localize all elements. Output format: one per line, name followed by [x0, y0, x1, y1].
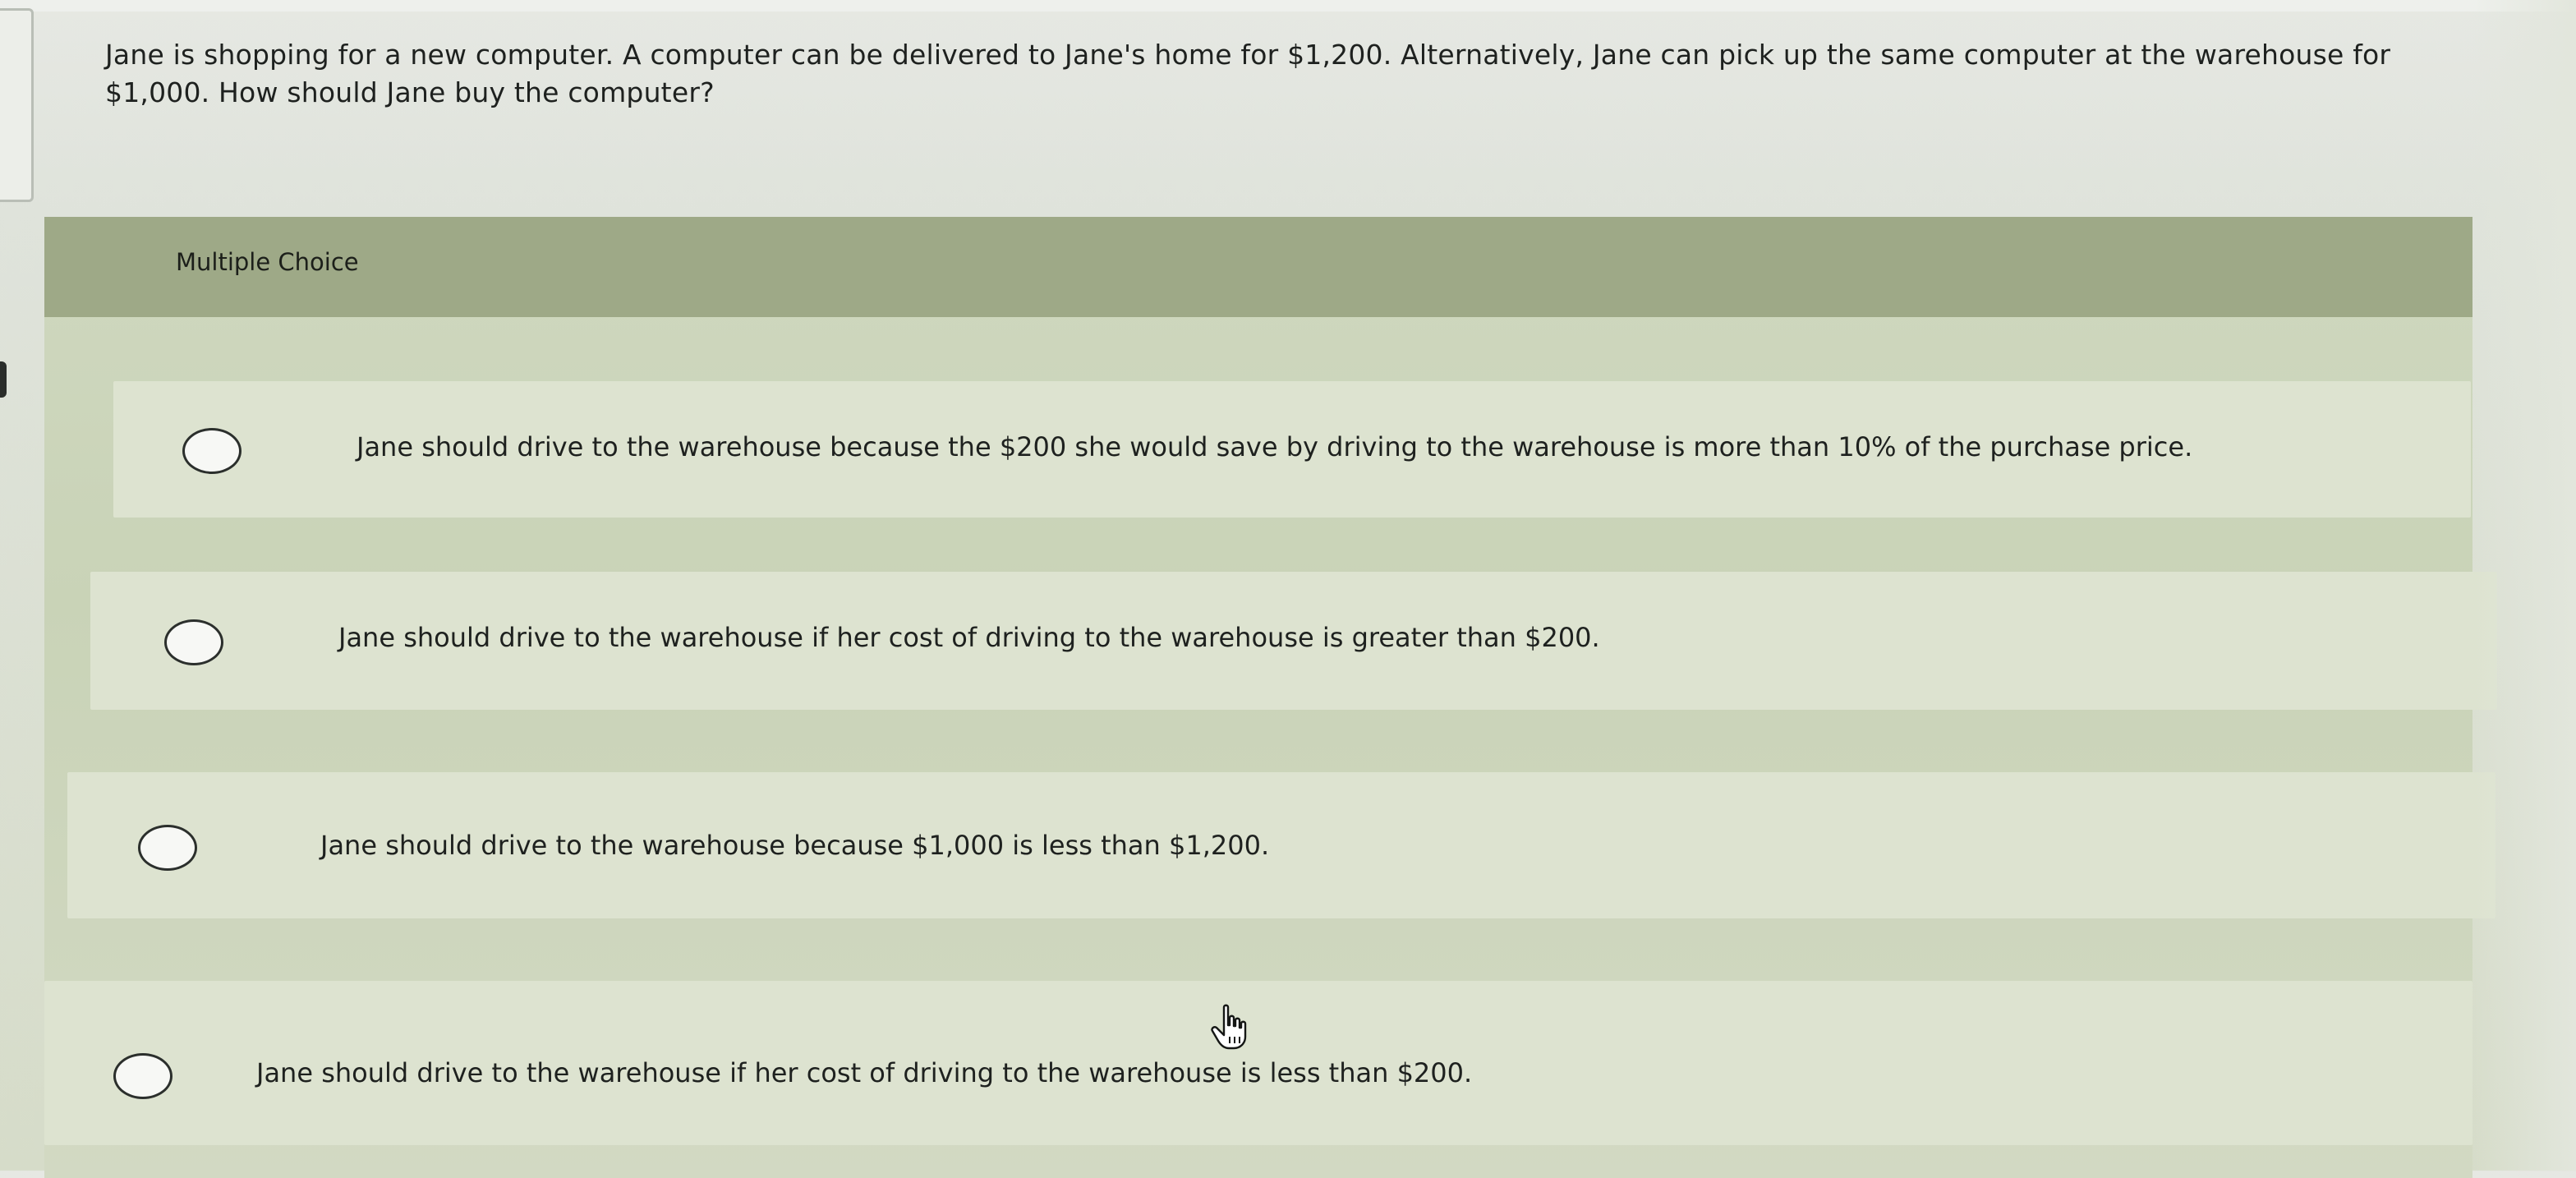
radio-button-3[interactable]	[138, 825, 197, 871]
hand-pointer-icon	[1211, 1004, 1247, 1050]
choice-label-1: Jane should drive to the warehouse becau…	[356, 431, 2193, 462]
radio-button-4[interactable]	[113, 1053, 172, 1099]
choice-option-2[interactable]: Jane should drive to the warehouse if he…	[90, 572, 2497, 710]
radio-button-2[interactable]	[164, 619, 223, 665]
right-edge-shade	[2472, 0, 2576, 1171]
choice-option-4[interactable]: Jane should drive to the warehouse if he…	[44, 981, 2472, 1145]
multiple-choice-title: Multiple Choice	[176, 248, 359, 276]
choice-option-3[interactable]: Jane should drive to the warehouse becau…	[67, 772, 2496, 918]
choice-label-3: Jane should drive to the warehouse becau…	[320, 830, 1270, 861]
question-text: Jane is shopping for a new computer. A c…	[105, 39, 2391, 108]
radio-button-1[interactable]	[182, 428, 242, 474]
top-strip	[0, 0, 2576, 12]
left-panel-edge	[0, 8, 34, 202]
multiple-choice-panel: Multiple Choice Jane should drive to the…	[44, 217, 2497, 1178]
choice-label-2: Jane should drive to the warehouse if he…	[338, 622, 1600, 653]
choice-option-1[interactable]: Jane should drive to the warehouse becau…	[113, 381, 2471, 518]
left-edge-marker	[0, 361, 7, 398]
choice-label-4: Jane should drive to the warehouse if he…	[256, 1057, 1473, 1088]
multiple-choice-header: Multiple Choice	[44, 217, 2472, 317]
